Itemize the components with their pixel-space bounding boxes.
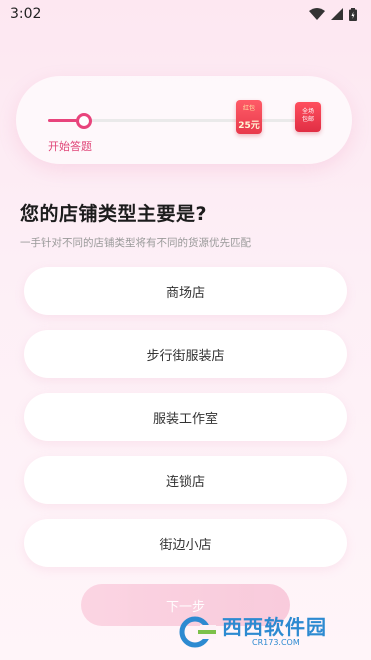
option-chain-store[interactable]: 连锁店 [24,456,347,504]
free-shipping-reward-icon: 全场 包邮 [295,102,321,132]
redpacket-reward-icon: 红包 25元 [236,100,262,134]
watermark-text: 西西软件园 CR173.COM [222,617,327,647]
option-street-shop[interactable]: 街边小店 [24,519,347,567]
redpacket-label: 红包 [242,105,255,112]
option-mall-store[interactable]: 商场店 [24,267,347,315]
shipping-line2: 包邮 [301,116,314,123]
option-list: 商场店 步行街服装店 服装工作室 连锁店 街边小店 [24,267,347,582]
progress-start-label: 开始答题 [48,140,92,153]
watermark-name: 西西软件园 [222,615,327,639]
watermark: 西西软件园 CR173.COM [178,612,358,652]
option-clothing-studio[interactable]: 服装工作室 [24,393,347,441]
shipping-line1: 全场 [301,108,314,115]
status-icons [309,7,357,21]
signal-icon [331,8,343,20]
battery-icon [349,7,357,21]
progress-knob [76,113,92,129]
watermark-logo-icon [179,616,216,648]
status-bar: 3:02 [0,0,371,28]
wifi-icon [309,8,325,20]
watermark-url: CR173.COM [252,638,300,647]
option-pedestrian-street-store[interactable]: 步行街服装店 [24,330,347,378]
status-time: 3:02 [10,6,42,22]
redpacket-amount: 25元 [238,121,260,131]
question-subtitle: 一手针对不同的店铺类型将有不同的货源优先匹配 [20,237,251,249]
question-title: 您的店铺类型主要是? [20,203,208,225]
